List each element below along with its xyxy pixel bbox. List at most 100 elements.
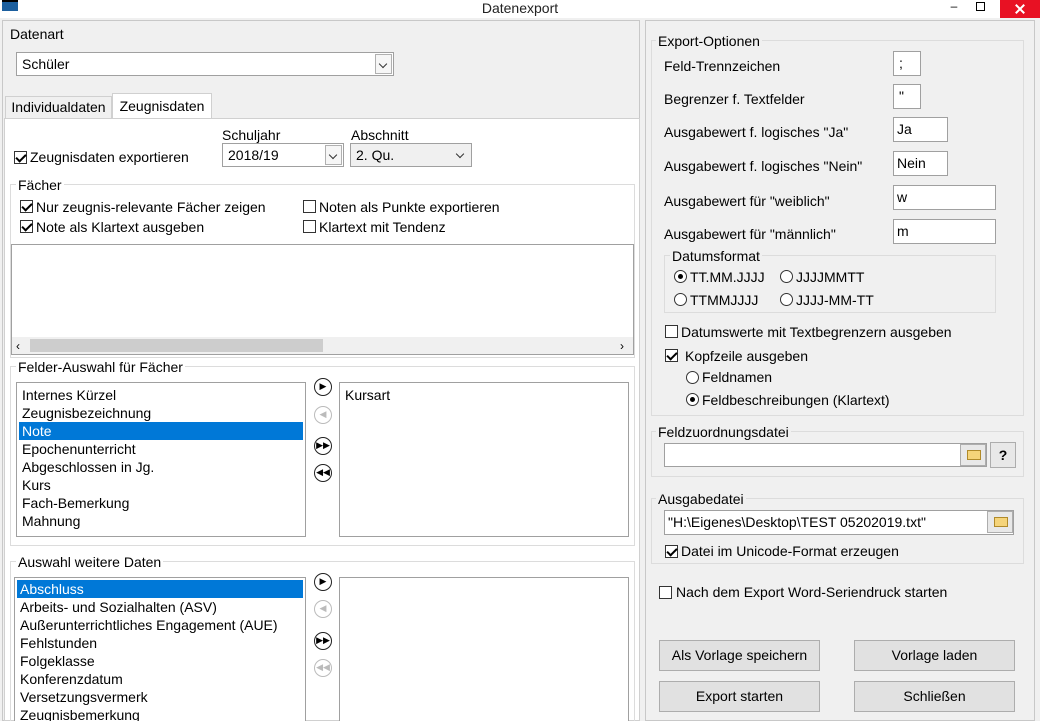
- list-item[interactable]: Versetzungsvermerk: [17, 688, 303, 706]
- schuljahr-select[interactable]: 2018/19: [222, 143, 344, 167]
- list-item[interactable]: Außerunterrichtliches Engagement (AUE): [17, 616, 303, 634]
- list-item[interactable]: Abgeschlossen in Jg.: [19, 458, 303, 476]
- nein-wert-input[interactable]: Nein: [893, 151, 948, 176]
- list-item[interactable]: Mahnung: [19, 512, 303, 530]
- nur-zeugnis-relevante-checkbox[interactable]: [20, 200, 33, 213]
- datumsformat-radio-jjjjmmtt[interactable]: [780, 270, 793, 283]
- feldzuordnung-label: Feldzuordnungsdatei: [656, 424, 791, 440]
- list-item[interactable]: Note: [19, 422, 303, 440]
- add-all-data-button[interactable]: ▶▶: [314, 632, 332, 650]
- feld-trennzeichen-input[interactable]: ;: [893, 51, 921, 76]
- available-fields-list[interactable]: Internes Kürzel Zeugnisbezeichnung Note …: [16, 382, 306, 537]
- ja-wert-input[interactable]: Ja: [893, 117, 948, 142]
- klartext-mit-tendenz-label: Klartext mit Tendenz: [319, 219, 446, 235]
- begrenzer-input[interactable]: ": [893, 84, 921, 109]
- scrollbar-thumb[interactable]: [30, 339, 323, 352]
- datumsformat-radio-tt-mm-jjjj[interactable]: [674, 270, 687, 283]
- feldbeschreibungen-radio[interactable]: [686, 393, 699, 406]
- chevron-down-icon[interactable]: [375, 54, 392, 74]
- tab-individualdaten[interactable]: Individualdaten: [5, 96, 112, 118]
- available-data-list[interactable]: Abschluss Arbeits- und Sozialhalten (ASV…: [14, 577, 306, 721]
- note-als-klartext-label: Note als Klartext ausgeben: [36, 219, 205, 235]
- seriendruck-checkbox[interactable]: [659, 586, 672, 599]
- chevron-down-icon[interactable]: [453, 145, 470, 165]
- unicode-checkbox[interactable]: [665, 545, 678, 558]
- kopfzeile-checkbox[interactable]: [665, 349, 678, 362]
- datumswerte-checkbox[interactable]: [665, 325, 678, 338]
- folder-icon: [967, 450, 981, 460]
- felder-auswahl-label: Felder-Auswahl für Fächer: [16, 359, 185, 375]
- close-button[interactable]: Schließen: [854, 681, 1015, 712]
- noten-als-punkte-label: Noten als Punkte exportieren: [319, 199, 500, 215]
- chosen-data-list[interactable]: [339, 577, 629, 721]
- list-item[interactable]: Fehlstunden: [17, 634, 303, 652]
- remove-field-button[interactable]: ◀: [314, 406, 332, 424]
- datenart-value: Schüler: [22, 56, 70, 72]
- maennlich-wert-label: Ausgabewert für "männlich": [664, 226, 836, 242]
- scroll-left-icon[interactable]: ‹: [16, 338, 20, 354]
- nein-wert-label: Ausgabewert f. logisches "Nein": [664, 158, 863, 174]
- abschnitt-select[interactable]: 2. Qu.: [350, 143, 472, 167]
- weitere-daten-label: Auswahl weitere Daten: [16, 554, 164, 570]
- scroll-right-icon[interactable]: ›: [620, 338, 624, 354]
- list-item[interactable]: Konferenzdatum: [17, 670, 303, 688]
- start-export-button[interactable]: Export starten: [659, 681, 820, 712]
- unicode-label: Datei im Unicode-Format erzeugen: [681, 543, 899, 559]
- list-item[interactable]: Epochenunterricht: [19, 440, 303, 458]
- datumsformat-radio-jjjj-mm-tt[interactable]: [780, 293, 793, 306]
- chosen-fields-list[interactable]: Kursart: [339, 382, 629, 537]
- save-template-button[interactable]: Als Vorlage speichern: [659, 640, 820, 671]
- maennlich-wert-input[interactable]: m: [893, 219, 996, 244]
- nur-zeugnis-relevante-label: Nur zeugnis-relevante Fächer zeigen: [36, 199, 266, 215]
- schuljahr-label: Schuljahr: [222, 127, 281, 143]
- feldnamen-radio[interactable]: [686, 371, 699, 384]
- seriendruck-label: Nach dem Export Word-Seriendruck starten: [676, 584, 948, 600]
- list-item[interactable]: Fach-Bemerkung: [19, 494, 303, 512]
- zeugnisdaten-export-checkbox[interactable]: [14, 151, 27, 164]
- noten-als-punkte-checkbox[interactable]: [303, 200, 316, 213]
- weiblich-wert-label: Ausgabewert für "weiblich": [664, 193, 830, 209]
- datenart-select[interactable]: Schüler: [16, 52, 394, 76]
- window-title: Datenexport: [481, 0, 559, 16]
- schuljahr-value: 2018/19: [228, 147, 279, 163]
- feldnamen-label: Feldnamen: [702, 369, 773, 385]
- datumsformat-option-label: JJJJ-MM-TT: [796, 292, 874, 308]
- begrenzer-label: Begrenzer f. Textfelder: [664, 91, 805, 107]
- klartext-mit-tendenz-checkbox[interactable]: [303, 220, 316, 233]
- note-als-klartext-checkbox[interactable]: [20, 220, 33, 233]
- list-item[interactable]: Folgeklasse: [17, 652, 303, 670]
- add-data-button[interactable]: ▶: [314, 573, 332, 591]
- feldbeschreibungen-label: Feldbeschreibungen (Klartext): [702, 392, 890, 408]
- list-item[interactable]: Internes Kürzel: [19, 386, 303, 404]
- datumswerte-label: Datumswerte mit Textbegrenzern ausgeben: [681, 324, 952, 340]
- close-icon[interactable]: [1000, 0, 1040, 18]
- list-item[interactable]: Kursart: [342, 386, 626, 404]
- list-item[interactable]: Zeugnisbemerkung: [17, 706, 303, 721]
- list-item[interactable]: Zeugnisbezeichnung: [19, 404, 303, 422]
- remove-all-data-button[interactable]: ◀◀: [314, 659, 332, 677]
- feldzuordnung-input[interactable]: [664, 443, 987, 467]
- feldzuordnung-browse-button[interactable]: [960, 444, 986, 466]
- export-optionen-label: Export-Optionen: [656, 33, 762, 49]
- weiblich-wert-input[interactable]: w: [893, 185, 996, 210]
- abschnitt-label: Abschnitt: [351, 127, 409, 143]
- list-item[interactable]: Kurs: [19, 476, 303, 494]
- load-template-button[interactable]: Vorlage laden: [854, 640, 1015, 671]
- datumsformat-radio-ttmmjjjj[interactable]: [674, 293, 687, 306]
- list-item[interactable]: Abschluss: [17, 580, 303, 598]
- tab-zeugnisdaten[interactable]: Zeugnisdaten: [112, 93, 212, 119]
- maximize-icon[interactable]: [972, 0, 988, 14]
- help-button[interactable]: ?: [990, 442, 1016, 468]
- remove-data-button[interactable]: ◀: [314, 600, 332, 618]
- list-item[interactable]: Arbeits- und Sozialhalten (ASV): [17, 598, 303, 616]
- folder-icon: [994, 517, 1008, 527]
- remove-all-fields-button[interactable]: ◀◀: [314, 464, 332, 482]
- add-field-button[interactable]: ▶: [314, 378, 332, 396]
- minimize-icon[interactable]: –: [946, 0, 962, 14]
- ausgabedatei-browse-button[interactable]: [987, 511, 1013, 533]
- datumsformat-label: Datumsformat: [670, 248, 762, 264]
- chevron-down-icon[interactable]: [325, 145, 342, 165]
- datumsformat-option-label: TTMMJJJJ: [690, 292, 759, 308]
- ausgabedatei-input[interactable]: "H:\Eigenes\Desktop\TEST 05202019.txt": [664, 510, 1014, 535]
- add-all-fields-button[interactable]: ▶▶: [314, 437, 332, 455]
